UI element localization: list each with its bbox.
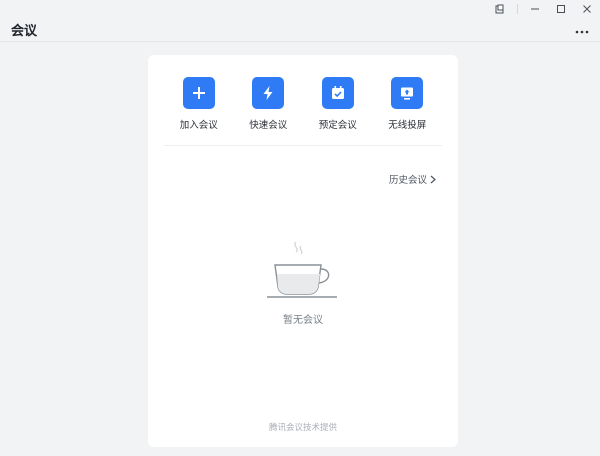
window-controls-separator: [517, 4, 518, 14]
schedule-meeting-label: 预定会议: [318, 120, 357, 131]
join-meeting-button[interactable]: 加入会议: [164, 77, 234, 145]
window-controls: [487, 0, 600, 18]
close-button[interactable]: [574, 0, 600, 18]
schedule-meeting-icon-tile: [321, 77, 354, 109]
maximize-button[interactable]: [548, 0, 574, 18]
pin-window-button[interactable]: [487, 0, 513, 18]
chevron-right-icon: [430, 175, 436, 183]
join-meeting-label: 加入会议: [179, 120, 218, 131]
join-meeting-icon-tile: [182, 77, 215, 109]
wireless-screencast-icon-tile: [391, 77, 424, 109]
schedule-meeting-button[interactable]: 预定会议: [303, 77, 373, 145]
empty-state-text: 暂无会议: [283, 315, 323, 326]
calendar-check-icon: [331, 86, 344, 99]
quick-meeting-label: 快速会议: [249, 120, 288, 131]
close-icon: [583, 5, 591, 13]
more-options-button[interactable]: [574, 26, 590, 34]
app-header: 会议: [0, 18, 600, 42]
divider: [164, 145, 442, 146]
page-title: 会议: [11, 24, 38, 39]
screen-share-icon: [401, 87, 414, 100]
history-meetings-link[interactable]: 历史会议: [389, 172, 436, 186]
footer-credit: 腾讯会议技术提供: [268, 423, 337, 433]
quick-actions: 加入会议 快速会议 预定会议 无线投屏: [164, 77, 442, 145]
meeting-card: 加入会议 快速会议 预定会议 无线投屏 历史会议 暂无会议 腾讯会议技术提供: [148, 55, 458, 447]
minimize-icon: [531, 8, 539, 10]
coffee-cup-icon: [267, 241, 337, 298]
pin-icon: [495, 4, 504, 14]
wireless-screencast-button[interactable]: 无线投屏: [373, 77, 443, 145]
quick-meeting-button[interactable]: 快速会议: [234, 77, 304, 145]
minimize-button[interactable]: [522, 0, 548, 18]
plus-icon: [192, 87, 205, 99]
quick-meeting-icon-tile: [252, 77, 285, 109]
more-dots-icon: [575, 30, 589, 33]
history-meetings-label: 历史会议: [388, 175, 427, 186]
wireless-screencast-label: 无线投屏: [388, 120, 427, 131]
maximize-icon: [557, 5, 565, 13]
lightning-icon: [263, 86, 273, 100]
